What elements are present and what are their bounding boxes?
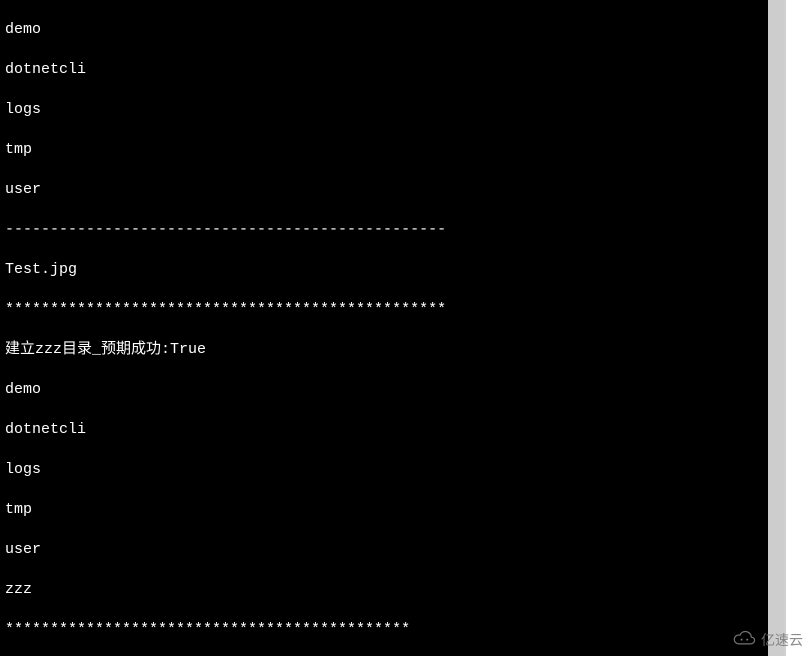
separator-line: ****************************************…	[5, 300, 766, 320]
output-line: Test.jpg	[5, 260, 766, 280]
status-label: 建立zzz目录_预期成功:	[5, 341, 170, 358]
separator-line: ----------------------------------------…	[5, 220, 766, 240]
output-line: logs	[5, 460, 766, 480]
output-line: user	[5, 180, 766, 200]
separator-line: ****************************************…	[5, 620, 766, 640]
terminal-output: demo dotnetcli logs tmp user -----------…	[5, 0, 766, 656]
output-line: dotnetcli	[5, 60, 766, 80]
vertical-scrollbar[interactable]	[768, 0, 784, 656]
output-line: logs	[5, 100, 766, 120]
output-line: demo	[5, 20, 766, 40]
output-line: tmp	[5, 140, 766, 160]
output-line: user	[5, 540, 766, 560]
output-line: demo	[5, 380, 766, 400]
output-line: tmp	[5, 500, 766, 520]
console-window: demo dotnetcli logs tmp user -----------…	[0, 0, 786, 656]
scrollbar-thumb[interactable]	[768, 0, 784, 656]
output-line: zzz	[5, 580, 766, 600]
status-value: True	[170, 341, 206, 358]
status-line-create-dir: 建立zzz目录_预期成功:True	[5, 340, 766, 360]
output-line: dotnetcli	[5, 420, 766, 440]
